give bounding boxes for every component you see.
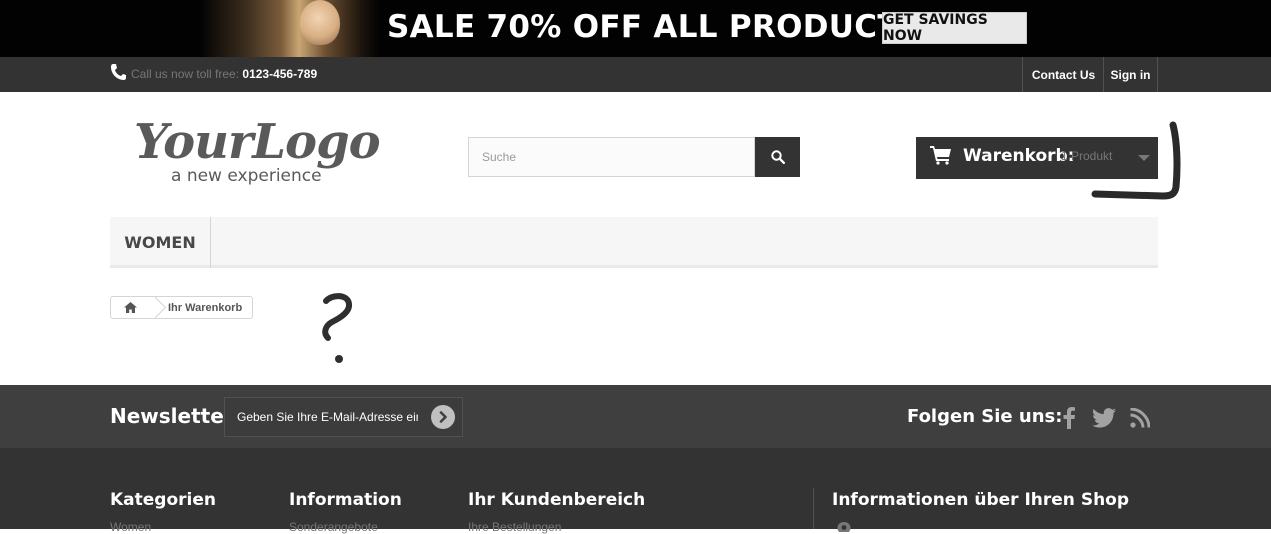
footer: Kategorien Women Information Sonderangeb…: [0, 448, 1271, 534]
get-savings-button[interactable]: GET SAVINGS NOW: [882, 12, 1027, 44]
hand-drawn-bracket-annotation: [1091, 121, 1181, 200]
hand-drawn-question-mark: [322, 293, 353, 363]
cart-title: Warenkorb:: [963, 146, 1075, 166]
call-us-label: Call us now toll free:: [131, 67, 240, 81]
search-icon: [770, 150, 785, 164]
footer-information-title: Information: [289, 490, 402, 510]
breadcrumb: Ihr Warenkorb: [110, 296, 254, 319]
svg-text:a new experience: a new experience: [171, 166, 322, 186]
follow-us-label: Folgen Sie uns:: [907, 406, 1063, 427]
shopping-cart-icon: [930, 146, 951, 165]
rss-icon[interactable]: [1127, 405, 1153, 431]
newsletter-submit-button[interactable]: [431, 405, 455, 429]
menu-item-women[interactable]: WOMEN: [110, 217, 211, 268]
footer-specials-link[interactable]: Sonderangebote: [289, 520, 378, 534]
home-icon: [123, 302, 137, 313]
shop-logo[interactable]: YourLogo a new experience: [130, 108, 390, 188]
footer-account-title: Ihr Kundenbereich: [468, 490, 646, 510]
map-pin-icon: [837, 522, 851, 532]
main-menu: WOMEN: [110, 217, 1158, 268]
footer-categories-women-link[interactable]: Women: [110, 520, 151, 534]
footer-orders-link[interactable]: Ihre Bestellungen: [468, 520, 561, 534]
phone-number: 0123-456-789: [242, 67, 318, 81]
phone-icon: [111, 64, 126, 80]
newsletter-title: Newsletter: [110, 404, 234, 428]
facebook-icon[interactable]: [1056, 405, 1082, 431]
twitter-icon[interactable]: [1091, 405, 1117, 431]
promo-banner[interactable]: SALE 70% OFF ALL PRODUCTS GET SAVINGS NO…: [0, 0, 1271, 57]
breadcrumb-current: Ihr Warenkorb: [168, 301, 243, 314]
search-input[interactable]: [469, 138, 754, 176]
newsletter-email-input[interactable]: [225, 398, 430, 436]
svg-text:YourLogo: YourLogo: [134, 114, 380, 170]
banner-headline: SALE 70% OFF ALL PRODUCTS: [387, 9, 922, 45]
footer-divider: [813, 488, 814, 529]
top-nav-bar: Call us now toll free: 0123-456-789 Cont…: [0, 57, 1271, 92]
newsletter-bar: Newsletter Folgen Sie uns:: [0, 385, 1271, 448]
call-us-text: Call us now toll free: 0123-456-789: [131, 67, 317, 81]
banner-model-face: [300, 0, 340, 45]
contact-us-link[interactable]: Contact Us: [1022, 57, 1104, 92]
breadcrumb-separator: [149, 297, 161, 318]
banner-model-photo: [200, 0, 380, 57]
chevron-right-icon: [439, 411, 447, 423]
newsletter-field: [224, 397, 463, 437]
search-box: [468, 137, 755, 177]
footer-shop-info-title: Informationen über Ihren Shop: [832, 490, 1130, 510]
breadcrumb-home[interactable]: [111, 297, 149, 318]
sign-in-link[interactable]: Sign in: [1103, 57, 1158, 92]
search-button[interactable]: [755, 137, 800, 177]
footer-categories-title: Kategorien: [110, 490, 216, 510]
